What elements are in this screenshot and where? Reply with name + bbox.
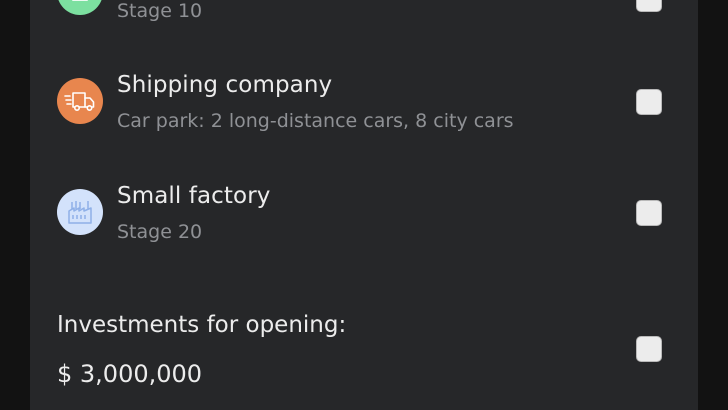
item-subtitle: Stage 10 bbox=[117, 0, 203, 22]
business-icon bbox=[57, 0, 103, 15]
list-item-stage-10[interactable]: Stage 10 bbox=[30, 0, 698, 40]
delivery-truck-icon bbox=[57, 78, 103, 124]
item-checkbox[interactable] bbox=[636, 200, 662, 226]
investments-label: Investments for opening: bbox=[57, 312, 347, 338]
factory-icon bbox=[57, 189, 103, 235]
item-checkbox[interactable] bbox=[636, 0, 662, 12]
item-title: Shipping company bbox=[117, 72, 333, 98]
item-title: Small factory bbox=[117, 183, 271, 209]
list-item-small-factory[interactable]: Small factory Stage 20 bbox=[30, 181, 698, 251]
investments-amount: $ 3,000,000 bbox=[57, 360, 203, 388]
list-item-shipping-company[interactable]: Shipping company Car park: 2 long-distan… bbox=[30, 70, 698, 140]
item-checkbox[interactable] bbox=[636, 89, 662, 115]
item-subtitle: Car park: 2 long-distance cars, 8 city c… bbox=[117, 110, 514, 132]
investments-checkbox[interactable] bbox=[636, 336, 662, 362]
item-subtitle: Stage 20 bbox=[117, 221, 203, 243]
business-list-panel: Stage 10 Shipping company Car park: 2 lo… bbox=[30, 0, 698, 410]
